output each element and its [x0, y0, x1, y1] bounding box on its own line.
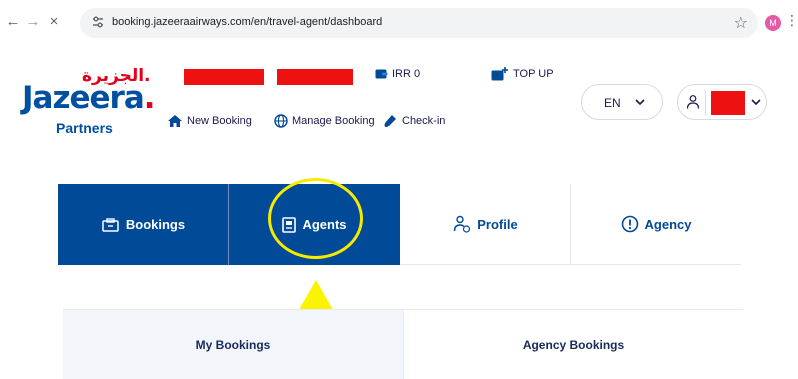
wallet-icon [375, 69, 388, 79]
tab-profile-label: Profile [477, 216, 518, 232]
home-icon [168, 115, 182, 127]
subtab-my-bookings-label: My Bookings [195, 337, 271, 352]
tab-bookings[interactable]: Bookings [58, 184, 229, 265]
profile-icon [454, 215, 471, 233]
browser-profile-avatar[interactable]: M [765, 15, 781, 31]
annotation-highlight-circle [268, 178, 363, 259]
user-menu-separator [705, 91, 706, 115]
chevron-down-icon [635, 99, 645, 106]
language-label: EN [604, 96, 621, 110]
new-booking-text: New Booking [187, 115, 252, 127]
globe-icon [274, 114, 288, 128]
address-bar[interactable]: booking.jazeeraairways.com/en/travel-age… [80, 8, 758, 38]
browser-toolbar: ← → × booking.jazeeraairways.com/en/trav… [0, 0, 798, 46]
new-booking-link[interactable]: New Booking [167, 114, 252, 128]
stop-loading-icon[interactable]: × [45, 12, 63, 32]
logo-english-text: Jazeera. [22, 80, 156, 116]
back-arrow-icon[interactable]: ← [4, 12, 22, 32]
user-icon [686, 95, 700, 109]
tab-bookings-label: Bookings [125, 217, 186, 232]
redacted-agency-name [184, 69, 264, 85]
jazeera-partners-logo[interactable]: الجزيرة. Jazeera. Partners [22, 66, 156, 146]
user-menu[interactable] [677, 84, 767, 120]
info-alert-icon [621, 215, 638, 233]
tab-agency[interactable]: Agency [571, 184, 741, 265]
top-up-link[interactable]: TOP UP [491, 66, 554, 82]
top-up-text: TOP UP [513, 68, 554, 80]
bookings-subtab-bar: My Bookings Agency Bookings [63, 309, 743, 379]
logo-tagline: Partners [56, 120, 113, 136]
manage-booking-text: Manage Booking [292, 115, 375, 127]
forward-arrow-icon[interactable]: → [24, 12, 42, 32]
subtab-agency-bookings-label: Agency Bookings [522, 337, 625, 352]
site-settings-icon[interactable] [90, 14, 106, 30]
bookings-icon [102, 217, 119, 232]
redacted-agent-id [277, 69, 353, 85]
manage-booking-link[interactable]: Manage Booking [274, 114, 375, 128]
subtab-agency-bookings[interactable]: Agency Bookings [403, 310, 743, 379]
check-in-text: Check-in [402, 114, 446, 127]
wallet-balance[interactable]: IRR 0 [375, 68, 420, 80]
boarding-pass-icon [384, 115, 396, 127]
language-selector[interactable]: EN [581, 84, 663, 120]
bookmark-star-icon[interactable]: ☆ [734, 13, 748, 33]
wallet-balance-text: IRR 0 [392, 68, 421, 80]
tab-agency-label: Agency [644, 216, 692, 232]
subtab-my-bookings[interactable]: My Bookings [63, 310, 403, 379]
redacted-username [711, 91, 745, 115]
check-in-link[interactable]: Check-in [383, 113, 445, 128]
tab-profile[interactable]: Profile [400, 184, 571, 265]
chevron-down-icon [751, 99, 761, 106]
top-up-wallet-icon [491, 67, 508, 81]
browser-menu-icon[interactable]: ⋮ [785, 12, 798, 29]
dashboard-tab-bar: Bookings Agents Profile Agency [58, 184, 741, 265]
url-text[interactable]: booking.jazeeraairways.com/en/travel-age… [112, 16, 382, 28]
